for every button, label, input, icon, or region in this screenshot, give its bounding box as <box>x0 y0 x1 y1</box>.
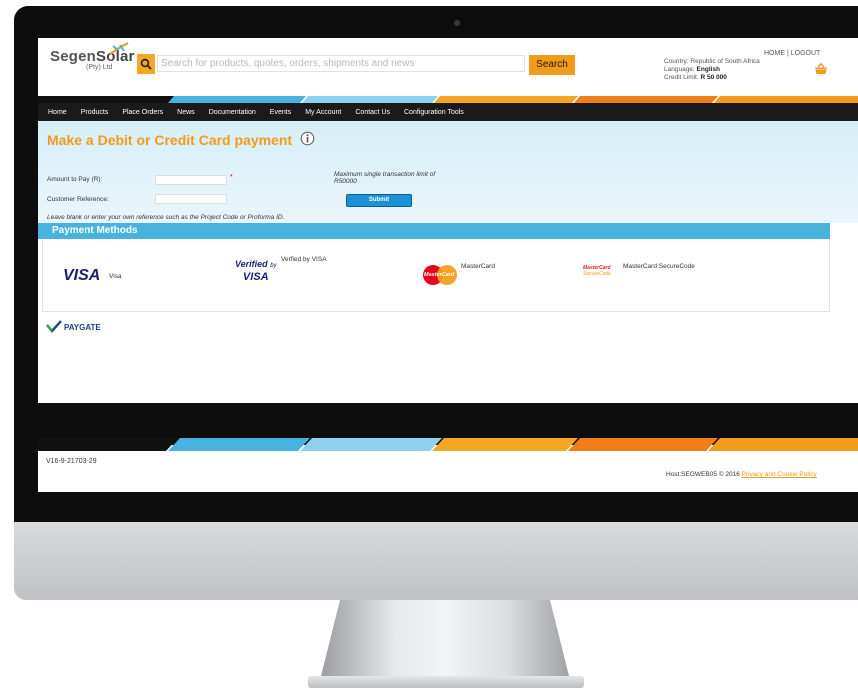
footer-stripes <box>38 438 858 451</box>
search-button[interactable]: Search <box>529 55 575 75</box>
basket-icon[interactable] <box>814 63 828 75</box>
nav-place-orders[interactable]: Place Orders <box>122 109 163 116</box>
privacy-policy-link[interactable]: Privacy and Cookie Policy <box>742 471 817 478</box>
max-transaction-note: Maximum single transaction limit of R500… <box>334 171 435 185</box>
visa-label: Visa <box>109 273 122 280</box>
camera-dot <box>454 20 460 26</box>
page-title: Make a Debit or Credit Card payment <box>47 132 293 148</box>
search-input[interactable]: Search for products, quotes, orders, shi… <box>157 55 525 72</box>
verified-by-visa-logo: Verified by VISA <box>235 259 277 283</box>
logo-subtitle: (Pty) Ltd <box>86 64 113 71</box>
amount-input[interactable] <box>155 175 227 185</box>
solar-logo-icon <box>109 42 129 55</box>
mastercard-logo-text: MasterCard <box>424 272 455 278</box>
paygate-logo: PAYGATE <box>46 320 101 339</box>
main-navigation: Home Products Place Orders News Document… <box>38 103 858 121</box>
reference-help-text: Leave blank or enter your own reference … <box>47 214 285 221</box>
language-value: English <box>696 66 721 73</box>
nav-news[interactable]: News <box>177 109 195 116</box>
link-separator: | <box>786 50 789 57</box>
account-info: Country: Republic of South Africa Langua… <box>664 58 760 82</box>
home-link[interactable]: HOME <box>764 50 785 57</box>
site-footer: V16-9-21703-29 Host:SEGWEB05 © 2016 Priv… <box>38 451 858 492</box>
copyright: © 2016 <box>718 471 740 478</box>
browser-screen: SegenSolar (Pty) Ltd Search for products… <box>38 38 858 492</box>
monitor-base <box>308 676 584 688</box>
payment-form-panel: Make a Debit or Credit Card payment Amou… <box>38 121 858 223</box>
payment-methods-list: VISA Visa Verified by VISA Verfied by VI… <box>42 239 830 312</box>
language-label: Language: <box>664 66 695 73</box>
visa-logo: VISA <box>63 267 101 284</box>
header-links: HOME | LOGOUT <box>764 50 820 57</box>
submit-button[interactable]: Submit <box>346 194 412 207</box>
payment-methods-heading: Payment Methods <box>38 223 830 239</box>
nav-my-account[interactable]: My Account <box>305 109 341 116</box>
version-label: V16-9-21703-29 <box>46 458 97 465</box>
host-info: Host:SEGWEB05 © 2016 Privacy and Cookie … <box>666 471 817 478</box>
monitor-stand <box>320 600 570 680</box>
nav-products[interactable]: Products <box>81 109 109 116</box>
mastercard-logo: MasterCard <box>423 265 457 285</box>
vbv-logo-visa: VISA <box>242 271 269 283</box>
vbv-logo-verified: Verified <box>235 259 268 269</box>
nav-home[interactable]: Home <box>48 109 67 116</box>
reference-label: Customer Reference: <box>47 196 109 203</box>
nav-configuration-tools[interactable]: Configuration Tools <box>404 109 464 116</box>
paygate-check-icon <box>46 320 62 333</box>
nav-documentation[interactable]: Documentation <box>209 109 256 116</box>
site-header: SegenSolar (Pty) Ltd Search for products… <box>38 38 858 96</box>
required-marker: * <box>230 174 233 181</box>
amount-label: Amount to Pay (R): <box>47 176 103 183</box>
logo-text-1: Segen <box>50 48 97 65</box>
host-label: Host:SEGWEB05 <box>666 471 717 478</box>
nav-events[interactable]: Events <box>270 109 291 116</box>
mastercard-label: MasterCard <box>461 263 495 270</box>
country-label: Country: <box>664 58 689 65</box>
paygate-label: PAYGATE <box>64 323 101 332</box>
vbv-logo-by: by <box>270 263 277 269</box>
mastercard-securecode-logo: MasterCard SecureCode <box>583 265 611 277</box>
mastercard-securecode-label: MasterCard SecureCode <box>623 263 695 270</box>
credit-value: R 50 000 <box>700 74 727 81</box>
verified-by-visa-label: Verfied by VISA <box>281 256 327 263</box>
reference-input[interactable] <box>155 194 227 204</box>
search-icon[interactable] <box>137 54 155 74</box>
info-icon[interactable] <box>300 131 315 146</box>
credit-label: Credit Limit: <box>664 74 699 81</box>
max-note-line2: R50000 <box>334 178 357 185</box>
mcsc-logo-line2: SecureCode <box>583 271 611 277</box>
country-value: Republic of South Africa <box>690 58 760 65</box>
segen-solar-logo[interactable]: SegenSolar (Pty) Ltd <box>50 42 135 71</box>
logout-link[interactable]: LOGOUT <box>791 50 821 57</box>
nav-contact-us[interactable]: Contact Us <box>355 109 390 116</box>
max-note-line1: Maximum single transaction limit of <box>334 171 436 178</box>
decorative-stripes <box>38 96 858 103</box>
monitor-chin <box>14 522 858 600</box>
